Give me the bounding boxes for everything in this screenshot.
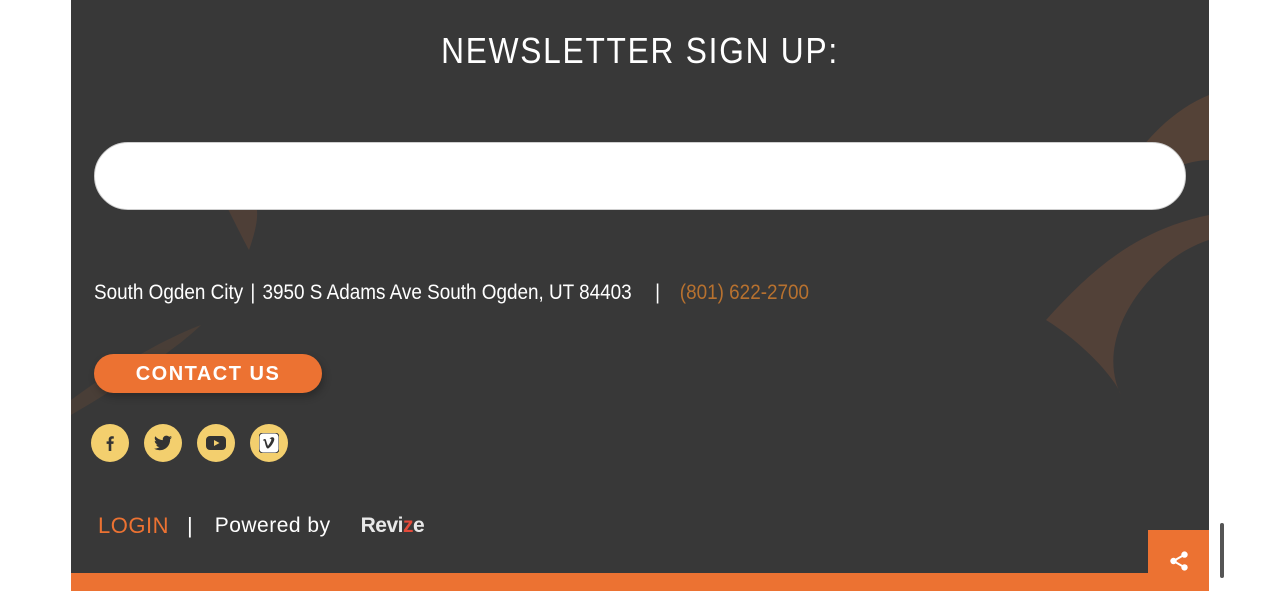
footer-orange-bar xyxy=(71,573,1209,591)
facebook-link[interactable] xyxy=(91,424,129,462)
youtube-link[interactable] xyxy=(197,424,235,462)
scrollbar-thumb[interactable] xyxy=(1220,523,1224,578)
login-link[interactable]: LOGIN xyxy=(98,513,169,539)
share-icon xyxy=(1169,550,1188,571)
separator: | xyxy=(186,513,193,538)
twitter-link[interactable] xyxy=(144,424,182,462)
contact-info-line: South Ogden City | 3950 S Adams Ave South … xyxy=(94,281,809,309)
vimeo-link[interactable] xyxy=(250,424,288,462)
phone-link[interactable]: (801) 622-2700 xyxy=(680,281,809,304)
revize-logo[interactable]: Revize xyxy=(361,514,425,538)
street-address: 3950 S Adams Ave South Ogden, UT 84403 xyxy=(262,281,632,304)
newsletter-title: NEWSLETTER SIGN UP: xyxy=(441,30,839,71)
powered-by-label: Powered by xyxy=(214,514,331,537)
separator: | xyxy=(655,281,661,304)
contact-us-button[interactable]: CONTACT US xyxy=(94,354,322,393)
youtube-icon xyxy=(206,436,226,450)
share-button[interactable] xyxy=(1148,530,1209,591)
facebook-icon xyxy=(106,436,114,451)
city-name: South Ogden City xyxy=(94,281,244,304)
twitter-icon xyxy=(154,435,172,451)
newsletter-email-input[interactable] xyxy=(94,142,1186,210)
footer-bottom-line: LOGIN | Powered by Revize xyxy=(98,510,425,542)
social-links xyxy=(91,424,288,462)
vimeo-icon xyxy=(259,433,279,453)
separator: | xyxy=(250,281,256,304)
site-footer: NEWSLETTER SIGN UP: South Ogden City | 395… xyxy=(71,0,1209,591)
